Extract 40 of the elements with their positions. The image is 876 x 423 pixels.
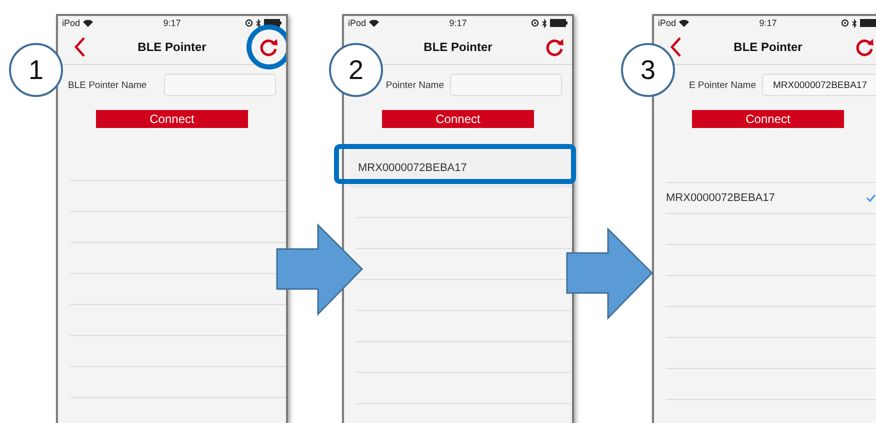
field-label: Pointer Name: [384, 80, 444, 90]
field-label: BLE Pointer Name: [68, 80, 148, 90]
carrier-label: iPod: [62, 18, 80, 28]
input-field[interactable]: MRX0000072BEBA17: [762, 74, 876, 96]
carrier-label: iPod: [348, 18, 366, 28]
bluetooth-icon: [852, 18, 857, 28]
wifi-icon: [679, 19, 690, 27]
step-number: 3: [621, 43, 675, 97]
battery-icon: [860, 19, 876, 27]
connect-button[interactable]: Connect: [382, 110, 534, 128]
carrier-label: iPod: [658, 18, 676, 28]
alarm-icon: [245, 19, 253, 27]
wifi-icon: [369, 19, 380, 27]
connect-button[interactable]: Connect: [96, 110, 248, 128]
input-field[interactable]: [450, 74, 562, 96]
field-label: E Pointer Name: [688, 80, 756, 90]
step-number: 1: [9, 43, 63, 97]
alarm-icon: [841, 19, 849, 27]
refresh-icon[interactable]: [545, 37, 565, 57]
status-time: 9:17: [449, 18, 467, 28]
back-icon[interactable]: [74, 37, 86, 57]
screen-title: BLE Pointer: [424, 40, 492, 54]
back-icon[interactable]: [670, 37, 682, 57]
bluetooth-icon: [542, 18, 547, 28]
device-name: MRX0000072BEBA17: [358, 162, 467, 174]
device-name: MRX0000072BEBA17: [666, 192, 775, 204]
status-time: 9:17: [163, 18, 181, 28]
connect-button[interactable]: Connect: [692, 110, 844, 128]
refresh-icon[interactable]: [855, 37, 875, 57]
screen-title: BLE Pointer: [138, 40, 206, 54]
refresh-icon[interactable]: [246, 24, 286, 70]
bluetooth-icon: [256, 18, 261, 28]
wifi-icon: [83, 19, 94, 27]
status-time: 9:17: [759, 18, 777, 28]
step-number: 2: [329, 43, 383, 97]
screen-title: BLE Pointer: [734, 40, 802, 54]
device-row[interactable]: MRX0000072BEBA17: [666, 183, 876, 214]
battery-icon: [550, 19, 568, 27]
input-field[interactable]: [164, 74, 276, 96]
alarm-icon: [531, 19, 539, 27]
